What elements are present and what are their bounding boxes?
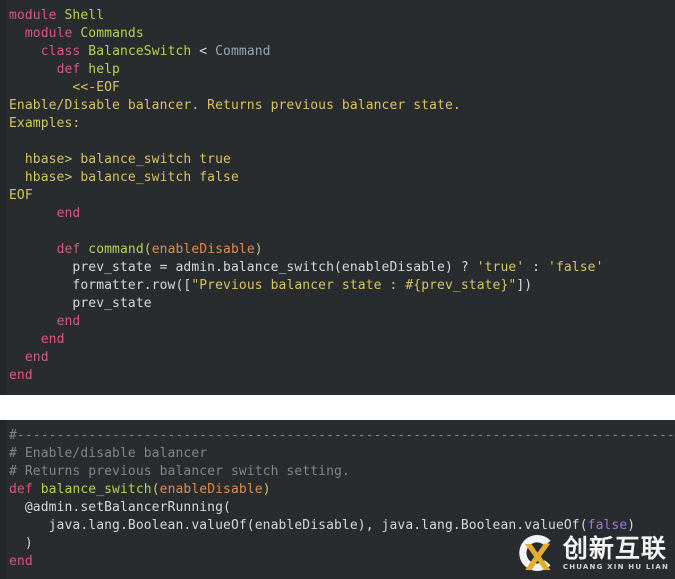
- code-line: prev_state: [0, 295, 675, 313]
- code-line: module Commands: [0, 25, 675, 43]
- code-token: end: [9, 368, 33, 383]
- code-token: enableDisable: [159, 482, 263, 497]
- code-token: @admin.setBalancerRunning(: [9, 500, 231, 515]
- code-token: end: [24, 350, 49, 365]
- code-token: end: [40, 332, 65, 347]
- code-token: 'false': [548, 260, 604, 275]
- code-line: module Shell: [0, 7, 675, 25]
- code-token: "Previous balancer state : #{prev_state}…: [191, 278, 517, 293]
- code-line: @admin.setBalancerRunning(: [0, 499, 675, 517]
- code-token: false: [587, 518, 628, 533]
- code-panel-shell-command[interactable]: module Shell module Commands class Balan…: [0, 0, 675, 395]
- code-line: def help: [0, 61, 675, 79]
- code-token: #---------------------------------------…: [9, 428, 675, 443]
- code-token: help: [88, 62, 120, 77]
- code-token: <<-EOF: [72, 80, 120, 95]
- code-line: # Returns previous balancer switch setti…: [0, 463, 675, 481]
- code-token: (: [151, 482, 160, 497]
- code-line: #---------------------------------------…: [0, 427, 675, 445]
- code-line: end: [0, 349, 675, 367]
- code-token: <: [191, 44, 216, 59]
- code-line: class BalanceSwitch < Command: [0, 43, 675, 61]
- screenshot-root: module Shell module Commands class Balan…: [0, 0, 675, 579]
- code-line: end: [0, 553, 675, 571]
- code-token: def: [56, 62, 81, 77]
- code-token: # Returns previous balancer switch setti…: [9, 464, 350, 479]
- code-token: end: [9, 554, 33, 569]
- code-line: prev_state = admin.balance_switch(enable…: [0, 259, 675, 277]
- code-token: hbase> balance_switch false: [9, 170, 239, 185]
- code-lines-top: module Shell module Commands class Balan…: [0, 0, 675, 385]
- code-line: java.lang.Boolean.valueOf(enableDisable)…: [0, 517, 675, 535]
- code-token: class: [40, 44, 81, 59]
- code-line: hbase> balance_switch false: [0, 169, 675, 187]
- code-token: end: [56, 314, 81, 329]
- code-token: (: [143, 242, 152, 257]
- code-line: def balance_switch(enableDisable): [0, 481, 675, 499]
- code-line: # Enable/disable balancer: [0, 445, 675, 463]
- code-token: Enable/Disable balancer. Returns previou…: [9, 98, 461, 113]
- code-token: Commands: [80, 26, 144, 41]
- code-line: Enable/Disable balancer. Returns previou…: [0, 97, 675, 115]
- code-token: EOF: [9, 188, 33, 203]
- code-line: def command(enableDisable): [0, 241, 675, 259]
- code-line: end: [0, 205, 675, 223]
- code-line: ): [0, 535, 675, 553]
- code-token: prev_state: [9, 296, 152, 311]
- code-token: ): [254, 242, 263, 257]
- code-token: module: [9, 8, 57, 23]
- code-token: ): [262, 482, 271, 497]
- code-token: module: [24, 26, 73, 41]
- code-token: # Enable/disable balancer: [9, 446, 208, 461]
- code-line: Examples:: [0, 115, 675, 133]
- code-token: def: [56, 242, 81, 257]
- code-token: ): [9, 536, 33, 551]
- code-token: prev_state = admin.balance_switch(enable…: [9, 260, 477, 275]
- code-token: Command: [215, 44, 271, 59]
- code-token: formatter.row([: [9, 278, 192, 293]
- code-token: enableDisable: [151, 242, 255, 257]
- code-line: EOF: [0, 187, 675, 205]
- code-token: balance_switch: [40, 482, 152, 497]
- code-lines-bottom: #---------------------------------------…: [0, 420, 675, 571]
- code-line: <<-EOF: [0, 79, 675, 97]
- code-token: java.lang.Boolean.valueOf(enableDisable)…: [9, 518, 588, 533]
- code-token: :: [524, 260, 549, 275]
- code-token: 'true': [476, 260, 525, 275]
- code-token: Shell: [64, 8, 105, 23]
- code-token: ]): [516, 278, 533, 293]
- code-token: ): [627, 518, 636, 533]
- code-token: end: [56, 206, 81, 221]
- code-token: def: [9, 482, 33, 497]
- code-panel-admin-balance-switch[interactable]: #---------------------------------------…: [0, 420, 675, 579]
- code-token: hbase> balance_switch true: [9, 152, 231, 167]
- code-token: command: [88, 242, 144, 257]
- code-token: BalanceSwitch: [88, 44, 192, 59]
- code-line: end: [0, 367, 675, 385]
- code-token: Examples:: [9, 116, 81, 131]
- code-line: formatter.row(["Previous balancer state …: [0, 277, 675, 295]
- code-line: end: [0, 313, 675, 331]
- code-line: end: [0, 331, 675, 349]
- code-line: hbase> balance_switch true: [0, 151, 675, 169]
